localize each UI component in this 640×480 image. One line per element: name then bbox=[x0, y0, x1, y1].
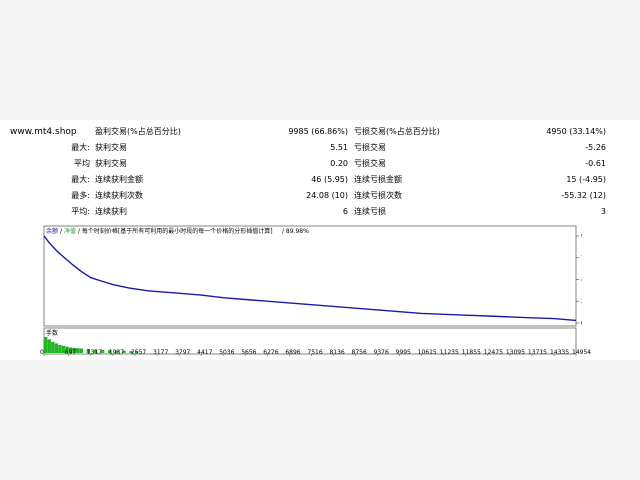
x-tick-label: 10615 bbox=[417, 349, 437, 356]
stat-key-loss: 连续亏损 bbox=[354, 207, 386, 216]
stat-group-label: 平均 bbox=[74, 159, 90, 168]
stat-key-profit: 连续获利次数 bbox=[95, 191, 143, 200]
x-tick-label: 1937 bbox=[108, 349, 125, 356]
stat-key-profit: 盈利交易(%占总百分比) bbox=[95, 127, 181, 136]
stat-group-label: 最多: bbox=[71, 191, 90, 200]
stat-key-loss: 亏损交易 bbox=[354, 159, 386, 168]
volume-bar bbox=[51, 341, 55, 353]
stat-key-loss: 连续亏损金额 bbox=[354, 175, 402, 184]
stat-value-profit: 9985 (66.86%) bbox=[288, 127, 348, 136]
stat-value-profit: 6 bbox=[342, 207, 348, 216]
y-tick-label: 499 bbox=[581, 277, 582, 284]
legend-quality: / 89.98% bbox=[282, 228, 309, 235]
x-tick-label: 0 bbox=[40, 349, 44, 356]
chart-legend: 余额 / 净值 / 每个时刻价格[基于所有可利用的最小时段的每一个价格的分形插值… bbox=[46, 227, 309, 235]
x-tick-label: 1317 bbox=[86, 349, 103, 356]
balance-chart: 余额 / 净值 / 每个时刻价格[基于所有可利用的最小时段的每一个价格的分形插值… bbox=[42, 224, 593, 356]
x-tick-label: 4417 bbox=[197, 349, 213, 356]
x-tick-label: 13095 bbox=[505, 349, 525, 356]
stat-key-profit: 连续获利 bbox=[95, 207, 127, 216]
stat-value-profit: 46 (5.95) bbox=[311, 175, 348, 184]
volume-bar bbox=[76, 348, 80, 353]
chart-svg: 余额 / 净值 / 每个时刻价格[基于所有可利用的最小时段的每一个价格的分形插值… bbox=[43, 225, 593, 356]
x-tick-label: 9376 bbox=[373, 349, 389, 356]
x-tick-label: 14954 bbox=[572, 349, 592, 356]
volume-label: 手数 bbox=[46, 329, 58, 337]
x-tick-label: 5036 bbox=[219, 349, 235, 356]
stat-value-loss: 3 bbox=[600, 207, 606, 216]
stat-group-label: 最大: bbox=[71, 143, 90, 152]
x-tick-label: 11235 bbox=[439, 349, 459, 356]
y-tick-label: 998 bbox=[581, 233, 582, 240]
x-tick-label: 697 bbox=[64, 349, 77, 356]
stat-key-profit: 获利交易 bbox=[95, 143, 127, 152]
stat-value-loss: -5.26 bbox=[585, 143, 606, 152]
volume-bar bbox=[79, 348, 83, 353]
x-tick-label: 3797 bbox=[175, 349, 191, 356]
stat-key-loss: 亏损交易 bbox=[354, 143, 386, 152]
volume-bar bbox=[58, 345, 62, 353]
main-plot-frame bbox=[43, 225, 577, 327]
stat-group-label: 平均: bbox=[71, 207, 90, 216]
legend-desc: / 每个时刻价格[基于所有可利用的最小时段的每一个价格的分形插值计算] bbox=[78, 227, 273, 235]
y-tick-label: 250 bbox=[581, 298, 582, 305]
x-tick-label: 9995 bbox=[395, 349, 411, 356]
stat-value-profit: 0.20 bbox=[330, 159, 348, 168]
stat-group-label bbox=[40, 125, 90, 139]
x-tick-label: 13715 bbox=[527, 349, 547, 356]
x-tick-label: 2557 bbox=[130, 349, 147, 356]
volume-bar bbox=[54, 343, 59, 353]
y-tick-label: 0 bbox=[581, 320, 582, 327]
stat-key-loss: 亏损交易(%占总百分比) bbox=[354, 127, 440, 136]
x-tick-label: 11855 bbox=[461, 349, 481, 356]
x-tick-label: 12475 bbox=[483, 349, 503, 356]
x-tick-label: 6896 bbox=[285, 349, 301, 356]
x-tick-label: 14335 bbox=[549, 349, 570, 356]
stat-value-loss: -55.32 (12) bbox=[561, 191, 606, 200]
stat-key-loss: 连续亏损次数 bbox=[354, 191, 402, 200]
x-tick-label: 6276 bbox=[263, 349, 279, 356]
stat-value-profit: 5.51 bbox=[330, 143, 348, 152]
volume-bar bbox=[47, 339, 51, 353]
legend-balance: 余额 bbox=[46, 227, 58, 235]
stat-value-loss: 15 (-4.95) bbox=[566, 175, 606, 184]
x-tick-label: 8136 bbox=[329, 349, 345, 356]
x-tick-label: 5656 bbox=[241, 349, 257, 356]
volume-bar bbox=[44, 337, 48, 353]
stat-value-loss: -0.61 bbox=[585, 159, 606, 168]
legend-equity: 净值 bbox=[64, 227, 76, 235]
y-tick-label: 749 bbox=[581, 255, 582, 262]
stat-key-profit: 获利交易 bbox=[95, 159, 127, 168]
x-tick-label: 8756 bbox=[351, 349, 367, 356]
stat-group-label: 最大: bbox=[71, 175, 90, 184]
stat-key-profit: 连续获利金额 bbox=[95, 175, 143, 184]
stat-value-profit: 24.08 (10) bbox=[306, 191, 348, 200]
x-tick-label: 7516 bbox=[307, 349, 323, 356]
stat-value-loss: 4950 (33.14%) bbox=[546, 127, 606, 136]
x-tick-label: 3177 bbox=[153, 349, 169, 356]
